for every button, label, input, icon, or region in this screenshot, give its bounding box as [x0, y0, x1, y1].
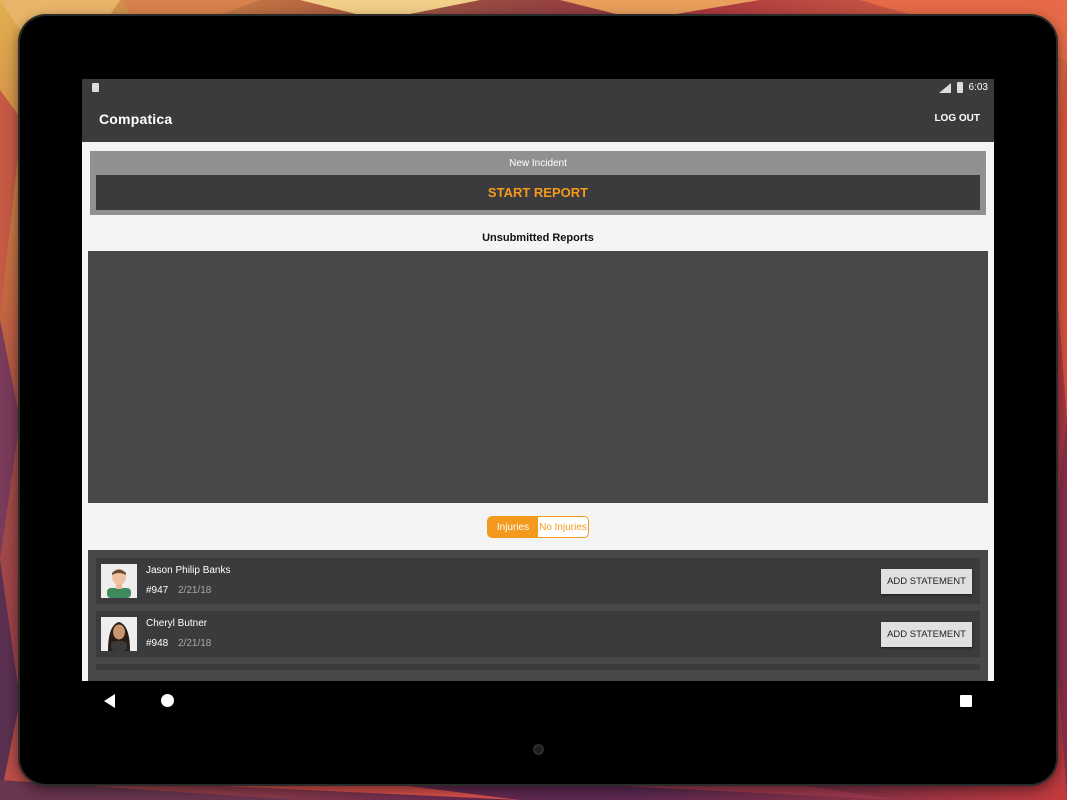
- filter-no-injuries[interactable]: No Injuries: [538, 517, 588, 537]
- report-name: Jason Philip Banks: [146, 565, 231, 576]
- add-statement-button[interactable]: ADD STATEMENT: [881, 622, 972, 647]
- app-toolbar: Compatica LOG OUT: [82, 97, 994, 142]
- unsubmitted-reports-list[interactable]: [88, 251, 988, 503]
- app-title: Compatica: [99, 111, 173, 127]
- sd-card-icon: [92, 83, 99, 92]
- report-name: Cheryl Butner: [146, 618, 208, 629]
- unsubmitted-reports-title: Unsubmitted Reports: [482, 232, 594, 244]
- status-icons: 6:03: [938, 82, 988, 93]
- list-item[interactable]: [96, 664, 980, 670]
- camera-lens: [533, 744, 544, 755]
- report-date: 2/21/18: [178, 585, 212, 596]
- report-number: #948: [146, 638, 169, 649]
- avatar: [101, 617, 137, 651]
- back-icon[interactable]: [104, 694, 115, 708]
- list-item[interactable]: Jason Philip Banks #947 2/21/18 ADD STAT…: [96, 558, 980, 604]
- status-time: 6:03: [968, 82, 988, 93]
- status-bar: 6:03: [82, 79, 994, 97]
- new-incident-card: New Incident START REPORT: [90, 151, 986, 215]
- filter-injuries[interactable]: Injuries: [488, 517, 538, 537]
- signal-icon: [938, 82, 951, 93]
- battery-icon: [956, 82, 963, 93]
- recents-icon[interactable]: [960, 695, 972, 707]
- injury-filter-toggle: Injuries No Injuries: [487, 516, 589, 538]
- report-date: 2/21/18: [178, 638, 212, 649]
- avatar: [101, 564, 137, 598]
- home-icon[interactable]: [161, 694, 174, 707]
- logout-button[interactable]: LOG OUT: [934, 113, 980, 124]
- start-report-button[interactable]: START REPORT: [96, 175, 980, 210]
- add-statement-button[interactable]: ADD STATEMENT: [881, 569, 972, 594]
- list-item[interactable]: Cheryl Butner #948 2/21/18 ADD STATEMENT: [96, 611, 980, 657]
- navigation-bar: [82, 681, 994, 721]
- new-incident-label: New Incident: [509, 158, 567, 169]
- app-screen: 6:03 Compatica LOG OUT New Incident STAR…: [82, 79, 994, 721]
- report-number: #947: [146, 585, 169, 596]
